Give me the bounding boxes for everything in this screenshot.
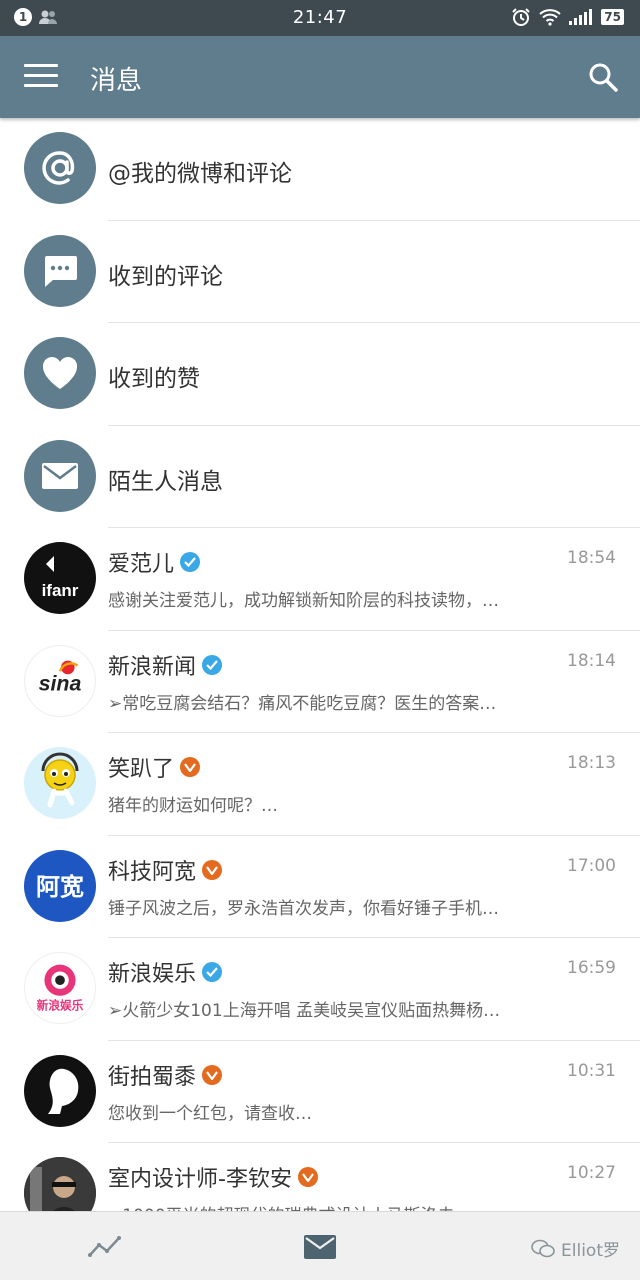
- message-preview: ➢1000平米的超现代的瑞典式设计丨马斯洛夫…: [108, 1201, 558, 1211]
- profile-photo-icon: [24, 1157, 96, 1211]
- sender-name: 室内设计师-李钦安: [108, 1167, 292, 1192]
- message-time: 18:14: [567, 650, 616, 671]
- watermark-text: Elliot罗: [561, 1241, 620, 1261]
- message-row[interactable]: 新浪娱乐 新浪娱乐 16:59 ➢火箭少女101上海开唱 孟美岐吴宣仪贴面热舞杨…: [0, 938, 640, 1041]
- message-time: 16:59: [567, 958, 616, 978]
- verified-badge-icon: [180, 552, 201, 572]
- avatar: ifanr: [24, 542, 96, 614]
- verified-badge-icon: [180, 757, 201, 777]
- sender-line: 新浪娱乐: [108, 956, 223, 988]
- page-title: 消息: [90, 66, 143, 96]
- wechat-logo-icon: [531, 1239, 555, 1257]
- heart-icon: [24, 337, 96, 409]
- verified-badge-icon: [202, 962, 223, 982]
- message-preview: ➢火箭少女101上海开唱 孟美岐吴宣仪贴面热舞杨…: [108, 1001, 501, 1021]
- mail-icon: [304, 1235, 336, 1259]
- system-item-likes[interactable]: 收到的赞: [0, 323, 640, 426]
- emoji-character-icon: [41, 752, 79, 808]
- sender-line: 新浪新闻: [108, 649, 223, 681]
- comment-icon: [24, 234, 96, 307]
- verified-badge-icon: [202, 859, 223, 880]
- menu-button[interactable]: [24, 64, 58, 90]
- message-time: 18:13: [567, 753, 616, 773]
- search-icon[interactable]: [588, 62, 618, 92]
- sender-name: 新浪新闻: [108, 654, 197, 680]
- avatar: 新浪娱乐: [24, 952, 96, 1024]
- system-item-label: 收到的赞: [108, 366, 200, 392]
- sender-line: 爱范儿: [108, 546, 201, 578]
- message-time: 10:27: [567, 1163, 616, 1183]
- system-item-label: @我的微博和评论: [108, 161, 292, 187]
- sender-line: 街拍蜀黍: [108, 1059, 223, 1091]
- sender-line: 笑趴了: [108, 751, 201, 783]
- menu-icon-bar: [24, 74, 58, 77]
- message-time: 17:00: [567, 855, 616, 876]
- tab-trends[interactable]: [88, 1230, 122, 1264]
- sina-ent-logo: 新浪娱乐: [37, 964, 84, 1012]
- at-icon: [24, 132, 96, 204]
- profile-silhouette-icon: [48, 1068, 79, 1114]
- verified-badge-icon: [297, 1167, 318, 1187]
- svg-text:ifanr: ifanr: [42, 581, 79, 600]
- menu-icon-bar: [24, 64, 58, 67]
- avatar: [24, 747, 96, 819]
- watermark: Elliot罗: [531, 1236, 620, 1261]
- message-row[interactable]: 街拍蜀黍 10:31 您收到一个红包，请查收…: [0, 1041, 640, 1143]
- sender-name: 笑趴了: [108, 757, 175, 782]
- mail-icon: [24, 439, 96, 512]
- menu-icon-bar: [24, 84, 58, 87]
- ifanr-logo: ifanr: [42, 556, 79, 600]
- tab-messages[interactable]: [303, 1230, 337, 1264]
- sina-logo: sina: [39, 660, 82, 695]
- message-preview: 您收到一个红包，请查收…: [108, 1103, 312, 1124]
- system-item-label: 陌生人消息: [108, 468, 223, 495]
- system-item-mentions[interactable]: @我的微博和评论: [0, 118, 640, 221]
- message-row[interactable]: 笑趴了 18:13 猪年的财运如何呢？…: [0, 733, 640, 836]
- system-item-stranger-messages[interactable]: 陌生人消息: [0, 426, 640, 528]
- svg-text:新浪娱乐: 新浪娱乐: [37, 998, 84, 1012]
- message-list: @我的微博和评论 收到的评论 收到的赞 陌生人消息 ifanr 爱范儿 18:5…: [0, 118, 640, 1211]
- message-time: 10:31: [567, 1060, 616, 1081]
- verified-badge-icon: [202, 1064, 223, 1085]
- avatar: [24, 1157, 96, 1211]
- svg-text:sina: sina: [39, 671, 82, 695]
- trend-line-icon: [88, 1236, 121, 1257]
- sender-name: 新浪娱乐: [108, 962, 197, 987]
- avatar: sina: [24, 644, 96, 717]
- status-bar: 1 21:47 75: [0, 0, 640, 36]
- avatar: [24, 1054, 96, 1127]
- sender-name: 街拍蜀黍: [108, 1064, 197, 1090]
- svg-text:阿宽: 阿宽: [36, 873, 84, 901]
- signal-icon: [569, 9, 593, 25]
- sender-line: 室内设计师-李钦安: [108, 1161, 318, 1193]
- alarm-icon: [512, 8, 531, 26]
- wifi-icon: [539, 9, 561, 26]
- akuan-logo: 阿宽: [36, 873, 84, 901]
- message-time: 18:54: [567, 548, 616, 568]
- message-preview: 感谢关注爱范儿，成功解锁新知阶层的科技读物，…: [108, 591, 499, 611]
- message-preview: 猪年的财运如何呢？…: [108, 796, 278, 816]
- verified-badge-icon: [202, 654, 223, 675]
- app-bar: 消息: [0, 36, 640, 118]
- message-row[interactable]: sina 新浪新闻 18:14 ➢常吃豆腐会结石？痛风不能吃豆腐？医生的答案…: [0, 631, 640, 733]
- message-row[interactable]: ifanr 爱范儿 18:54 感谢关注爱范儿，成功解锁新知阶层的科技读物，…: [0, 528, 640, 631]
- message-row[interactable]: 阿宽 科技阿宽 17:00 锤子风波之后，罗永浩首次发声，你看好锤子手机…: [0, 836, 640, 938]
- sender-line: 科技阿宽: [108, 854, 223, 886]
- sender-name: 科技阿宽: [108, 859, 197, 885]
- system-item-comments[interactable]: 收到的评论: [0, 221, 640, 323]
- system-item-label: 收到的评论: [108, 263, 223, 290]
- status-right: 75: [511, 7, 624, 27]
- battery-level: 75: [601, 9, 624, 25]
- message-preview: 锤子风波之后，罗永浩首次发声，你看好锤子手机…: [108, 898, 499, 919]
- message-preview: ➢常吃豆腐会结石？痛风不能吃豆腐？医生的答案…: [108, 693, 497, 714]
- bottom-tab-bar: Elliot罗: [0, 1211, 640, 1280]
- message-row[interactable]: 室内设计师-李钦安 10:27 ➢1000平米的超现代的瑞典式设计丨马斯洛夫…: [0, 1143, 640, 1211]
- avatar: 阿宽: [24, 849, 96, 922]
- sender-name: 爱范儿: [108, 552, 175, 577]
